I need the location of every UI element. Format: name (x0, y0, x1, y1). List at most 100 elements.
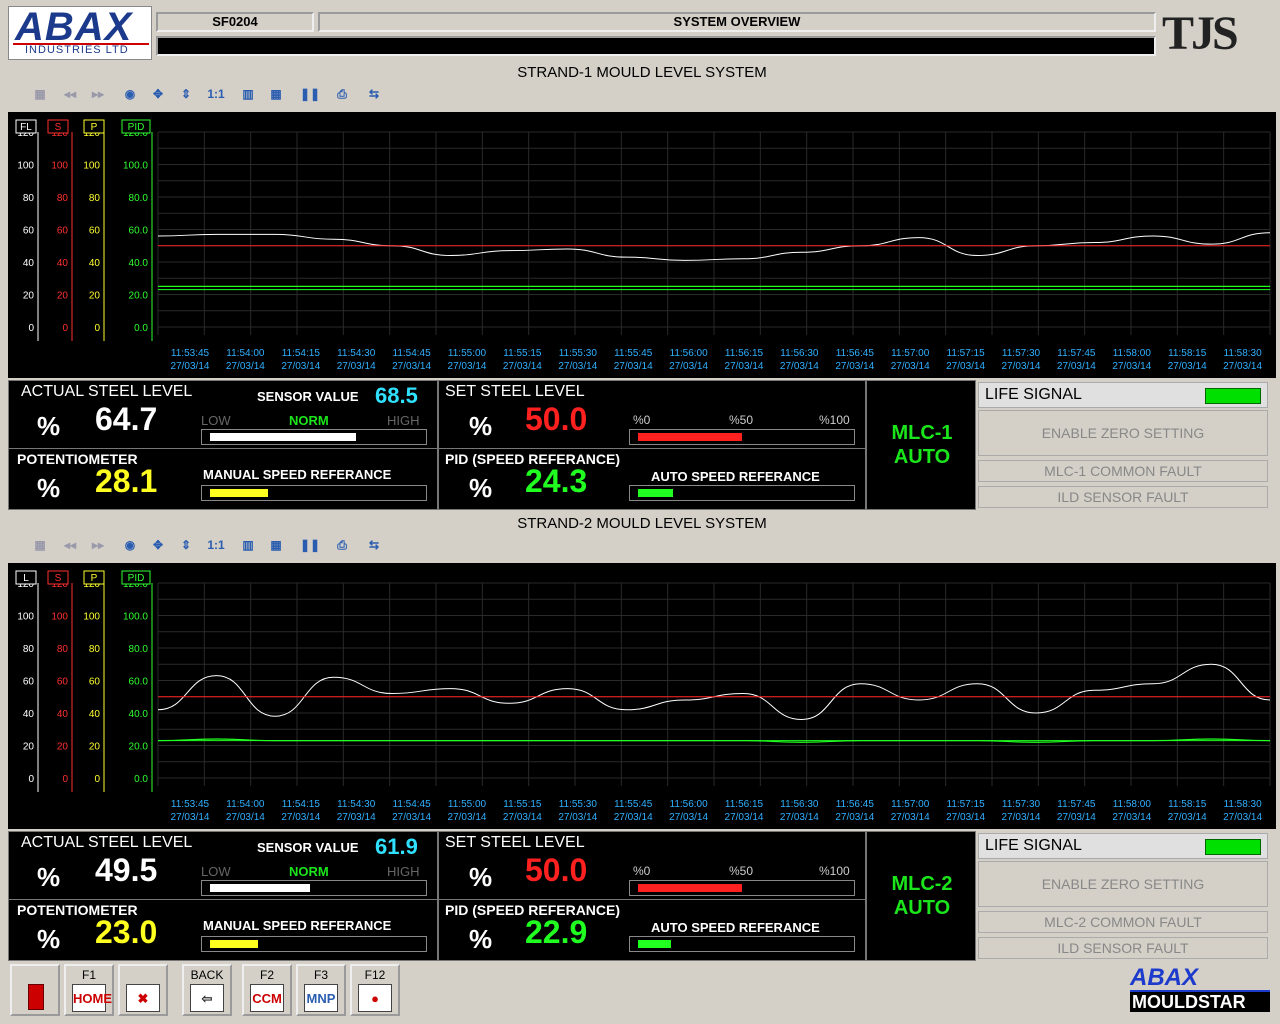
manual-speed-label: MANUAL SPEED REFERANCE (203, 467, 392, 482)
x-tick-time: 11:58:15 (1168, 348, 1207, 359)
actual-level-unit: % (37, 411, 61, 441)
mlc-mode: AUTO (893, 446, 951, 468)
pan-icon[interactable]: ✥ (146, 533, 170, 557)
manual-speed-bar-fill (210, 489, 269, 497)
x-tick-date: 27/03/14 (614, 812, 653, 823)
grid-icon[interactable]: ▦ (264, 82, 288, 106)
x-tick-date: 27/03/14 (1168, 812, 1207, 823)
layout-icon[interactable]: ▥ (236, 82, 260, 106)
x-tick-time: 11:56:00 (670, 799, 709, 810)
rewind-icon[interactable]: ◂◂ (58, 533, 82, 557)
mlc-status-box: MLC-1 AUTO (866, 380, 976, 510)
actual-level-label: ACTUAL STEEL LEVEL (21, 834, 193, 851)
axis-tick-label: 20 (89, 291, 101, 302)
x-tick-time: 11:54:45 (393, 799, 432, 810)
x-tick-time: 11:55:15 (503, 799, 542, 810)
pause-icon[interactable]: ❚❚ (298, 533, 322, 557)
axis-tick-label: 80 (23, 193, 35, 204)
calendar-icon[interactable]: ▦ (28, 82, 52, 106)
mnp-button[interactable]: F3 MNP (296, 964, 346, 1016)
axis-tick-label: 100 (51, 612, 68, 623)
sensor-bar (201, 880, 427, 896)
reset-zoom-icon[interactable]: 1:1 (204, 533, 228, 557)
axis-tick-label: 0.0 (134, 323, 148, 334)
pause-icon[interactable]: ❚❚ (298, 82, 322, 106)
x-tick-date: 27/03/14 (891, 361, 930, 372)
scale-50: %50 (729, 864, 754, 878)
fkey-code: F2 (259, 968, 274, 982)
auto-speed-label: AUTO SPEED REFERANCE (651, 469, 820, 484)
axis-tag: P (91, 573, 98, 584)
scale-icon[interactable]: ⇕ (174, 82, 198, 106)
x-tick-date: 27/03/14 (337, 812, 376, 823)
exit-button[interactable] (10, 964, 60, 1016)
axis-tick-label: 0 (28, 323, 34, 334)
scale-icon[interactable]: ⇕ (174, 533, 198, 557)
axis-tick-label: 100.0 (123, 161, 148, 172)
fkey-code: BACK (190, 968, 224, 982)
axis-tick-label: 40 (57, 258, 69, 269)
axis-tick-label: 100 (51, 161, 68, 172)
layout-icon[interactable]: ▥ (236, 533, 260, 557)
trend-svg: 120100806040200L120100806040200S12010080… (15, 570, 1271, 823)
axis-tick-label: 80 (89, 644, 101, 655)
x-tick-date: 27/03/14 (392, 812, 431, 823)
sensor-value: 61.9 (375, 834, 418, 859)
x-tick-time: 11:57:15 (947, 348, 986, 359)
life-signal-row: LIFE SIGNAL (978, 833, 1268, 859)
axis-tick-label: 80.0 (129, 193, 149, 204)
status-side: LIFE SIGNAL ENABLE ZERO SETTING MLC-1 COMM… (978, 380, 1268, 510)
sensor-value-label: SENSOR VALUE (257, 389, 359, 404)
brand-bottom: MOULDSTAR (1130, 992, 1270, 1012)
pan-icon[interactable]: ✥ (146, 82, 170, 106)
rewind-icon[interactable]: ◂◂ (58, 82, 82, 106)
home-button[interactable]: F1 HOME (64, 964, 114, 1016)
chart-toolbar: ▦ ◂◂ ▸▸ ◉ ✥ ⇕ 1:1 ▥ ▦ ❚❚ ⎙ ⇆ (16, 82, 416, 108)
axis-tick-label: 20 (89, 742, 101, 753)
ccm-overview-button[interactable]: F2 CCM (242, 964, 292, 1016)
manual-speed-bar-fill (210, 940, 258, 948)
axis-tick-label: 0 (94, 774, 100, 785)
alarm-mute-button[interactable]: ✖ (118, 964, 168, 1016)
set-level-label: SET STEEL LEVEL (445, 383, 585, 400)
ild-sensor-fault-indicator: ILD SENSOR FAULT (978, 486, 1268, 508)
axis-tick-label: 100 (17, 161, 34, 172)
sensor-low-label: LOW (201, 413, 231, 428)
sensor-value: 68.5 (375, 383, 418, 408)
x-tick-date: 27/03/14 (669, 812, 708, 823)
x-tick-date: 27/03/14 (780, 812, 819, 823)
pid-box: PID (SPEED REFERANCE)% 24.3 AUTO SPEED REF… (438, 448, 866, 510)
common-fault-indicator: MLC-2 COMMON FAULT (978, 911, 1268, 933)
potentiometer-box: POTENTIOMETER% 23.0 MANUAL SPEED REFERANCE (8, 899, 438, 961)
print-icon[interactable]: ⎙ (330, 82, 354, 106)
axis-tick-label: 80 (89, 193, 101, 204)
emergency-button[interactable]: F12 ● (350, 964, 400, 1016)
x-tick-date: 27/03/14 (614, 361, 653, 372)
auto-speed-bar-fill (638, 940, 672, 948)
axis-tick-label: 20 (57, 291, 69, 302)
axis-tick-label: 20.0 (129, 291, 149, 302)
fkey-label: MNP (306, 991, 336, 1006)
calendar-icon[interactable]: ▦ (28, 533, 52, 557)
x-tick-date: 27/03/14 (946, 812, 985, 823)
axis-tick-label: 80 (57, 193, 69, 204)
axis-tick-label: 100 (17, 612, 34, 623)
grid-icon[interactable]: ▦ (264, 533, 288, 557)
reset-zoom-icon[interactable]: 1:1 (204, 82, 228, 106)
forward-icon[interactable]: ▸▸ (86, 82, 110, 106)
back-button[interactable]: BACK ⇦ (182, 964, 232, 1016)
x-tick-date: 27/03/14 (558, 812, 597, 823)
x-tick-time: 11:55:30 (559, 348, 598, 359)
zoom-icon[interactable]: ◉ (118, 533, 142, 557)
axis-tick-label: 60 (23, 226, 35, 237)
print-icon[interactable]: ⎙ (330, 533, 354, 557)
zoom-icon[interactable]: ◉ (118, 82, 142, 106)
exit-door-icon (18, 984, 52, 1012)
forward-icon[interactable]: ▸▸ (86, 533, 110, 557)
enable-zero-setting-button[interactable]: ENABLE ZERO SETTING (978, 861, 1268, 907)
enable-zero-setting-button[interactable]: ENABLE ZERO SETTING (978, 410, 1268, 456)
export-icon[interactable]: ⇆ (362, 533, 386, 557)
export-icon[interactable]: ⇆ (362, 82, 386, 106)
sensor-value-label: SENSOR VALUE (257, 840, 359, 855)
common-fault-indicator: MLC-1 COMMON FAULT (978, 460, 1268, 482)
